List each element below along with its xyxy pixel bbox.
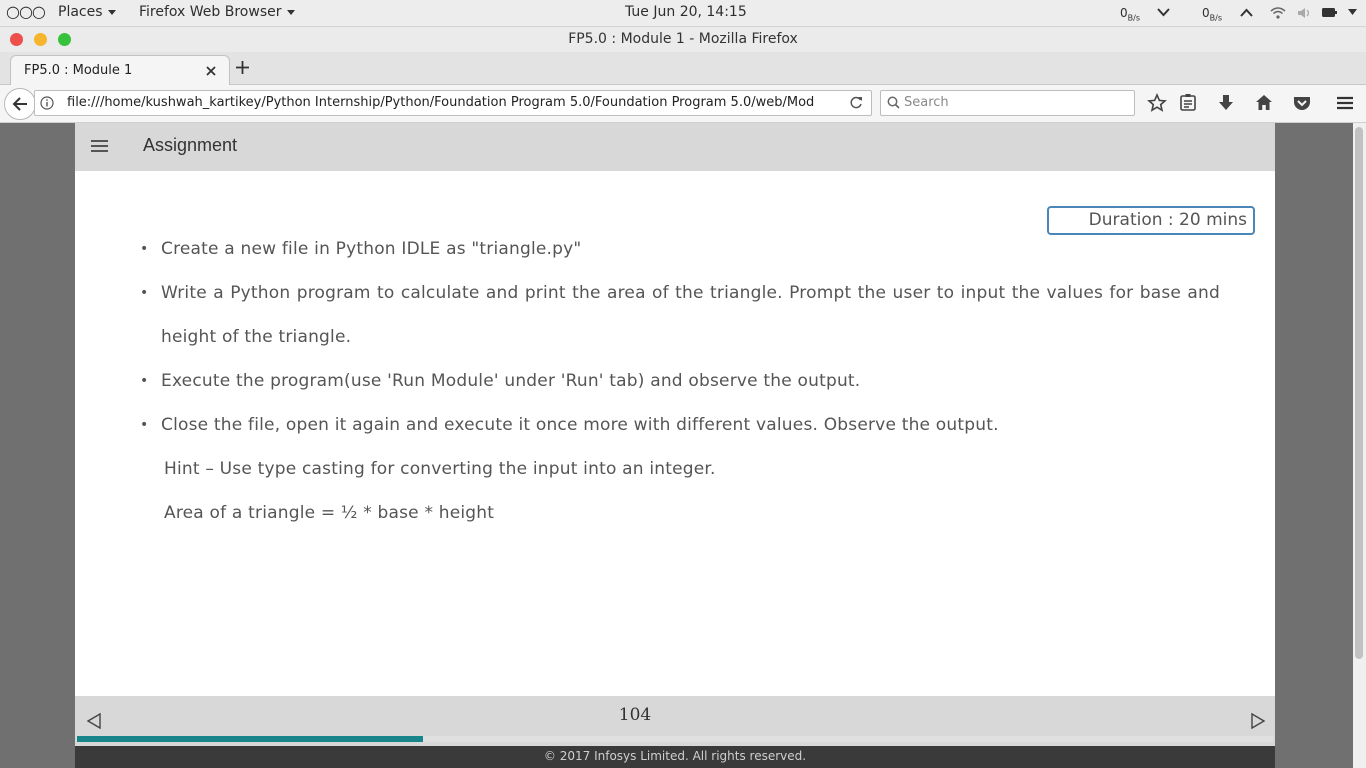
copyright-footer: © 2017 Infosys Limited. All rights reser… — [75, 746, 1275, 768]
list-item: Write a Python program to calculate and … — [140, 271, 1220, 359]
formula-text: Area of a triangle = ½ * base * height — [164, 503, 495, 523]
list-item: Create a new file in Python IDLE as "tri… — [140, 227, 1220, 271]
search-icon — [887, 96, 900, 109]
url-bar[interactable]: file:///home/kushwah_kartikey/Python Int… — [34, 90, 872, 116]
info-icon[interactable] — [40, 96, 54, 110]
battery-icon[interactable] — [1322, 8, 1337, 17]
net-up-value: 0 — [1202, 6, 1210, 20]
page-scrollbar[interactable] — [1353, 123, 1366, 768]
app-header: Assignment — [75, 123, 1275, 171]
app-menu-label: Firefox Web Browser — [139, 4, 282, 20]
progress-bar-fill — [77, 736, 423, 742]
page-viewport: Assignment Duration : 20 mins Create a n… — [0, 123, 1366, 768]
tab-fp5-module-1[interactable]: FP5.0 : Module 1 — [10, 55, 230, 86]
reading-list-icon[interactable] — [1177, 92, 1199, 114]
hint-text: Hint – Use type casting for converting t… — [164, 459, 716, 479]
places-label: Places — [58, 4, 103, 20]
progress-bar — [77, 736, 1273, 742]
list-item: Execute the program(use 'Run Module' und… — [140, 359, 1220, 403]
clock[interactable]: Tue Jun 20, 14:15 — [625, 4, 747, 20]
assignment-content: Create a new file in Python IDLE as "tri… — [140, 227, 1220, 535]
window-title: FP5.0 : Module 1 - Mozilla Firefox — [568, 31, 798, 47]
bookmark-star-icon[interactable] — [1146, 92, 1168, 114]
hamburger-menu-icon[interactable] — [91, 140, 108, 154]
upload-arrow-icon — [1240, 8, 1253, 17]
pocket-icon[interactable] — [1291, 92, 1313, 114]
assignment-page: Assignment Duration : 20 mins Create a n… — [75, 123, 1275, 768]
download-arrow-icon — [1157, 8, 1170, 17]
search-placeholder: Search — [904, 95, 949, 110]
places-menu[interactable]: Places — [58, 4, 116, 20]
arrow-left-icon — [12, 97, 27, 111]
volume-icon[interactable] — [1297, 7, 1311, 19]
tab-bar: FP5.0 : Module 1 — [0, 52, 1366, 86]
url-text: file:///home/kushwah_kartikey/Python Int… — [67, 95, 815, 110]
list-item: Close the file, open it again and execut… — [140, 403, 1220, 447]
navigation-bar: file:///home/kushwah_kartikey/Python Int… — [0, 85, 1366, 123]
wifi-icon[interactable] — [1270, 6, 1286, 19]
download-icon[interactable] — [1215, 92, 1237, 114]
chevron-down-icon — [107, 9, 116, 15]
net-down-indicator: 0B/s — [1120, 6, 1140, 22]
activities-icon[interactable]: ○○○ — [6, 2, 46, 21]
next-page-icon[interactable] — [1249, 712, 1267, 730]
menu-icon[interactable] — [1334, 92, 1356, 114]
system-menu-chevron-icon[interactable] — [1348, 9, 1357, 16]
system-top-bar: ○○○ Places Firefox Web Browser Tue Jun 2… — [0, 0, 1366, 27]
scrollbar-thumb[interactable] — [1355, 127, 1363, 659]
tab-label: FP5.0 : Module 1 — [24, 63, 133, 78]
home-icon[interactable] — [1253, 92, 1275, 114]
page-number: 104 — [618, 705, 652, 725]
search-input[interactable]: Search — [880, 90, 1135, 116]
net-up-unit: B/s — [1209, 13, 1222, 23]
net-down-value: 0 — [1120, 6, 1128, 20]
pagination-bar: 104 — [75, 696, 1275, 746]
window-title-bar: FP5.0 : Module 1 - Mozilla Firefox — [0, 27, 1366, 52]
app-menu[interactable]: Firefox Web Browser — [139, 4, 295, 20]
page-title: Assignment — [143, 135, 238, 155]
reload-icon[interactable] — [849, 96, 863, 110]
net-up-indicator: 0B/s — [1202, 6, 1222, 22]
new-tab-icon[interactable] — [235, 60, 250, 75]
net-down-unit: B/s — [1127, 13, 1140, 23]
instruction-list: Create a new file in Python IDLE as "tri… — [140, 227, 1220, 447]
back-button[interactable] — [4, 88, 36, 120]
chevron-down-icon — [286, 9, 295, 15]
close-tab-icon[interactable] — [206, 66, 216, 76]
